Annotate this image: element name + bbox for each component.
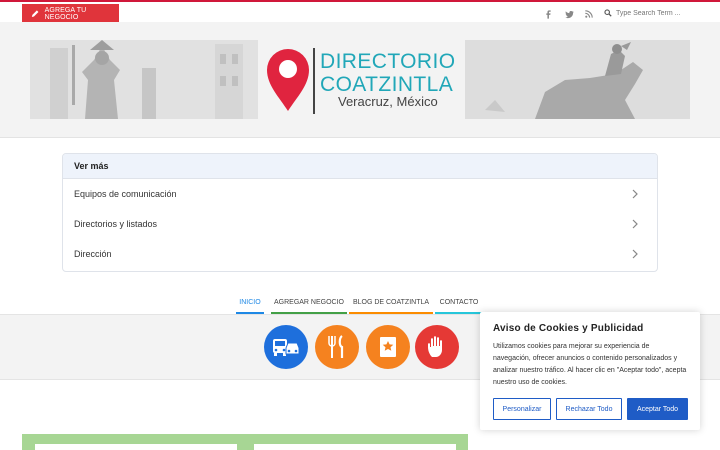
chevron-right-icon (632, 219, 638, 229)
bus-car-icon (273, 339, 300, 356)
add-business-button[interactable]: AGREGA TU NEGOCIO (22, 4, 119, 23)
cookie-consent-dialog: Aviso de Cookies y Publicidad Utilizamos… (480, 312, 700, 430)
logo-separator (313, 48, 315, 114)
category-restaurants-button[interactable] (315, 325, 359, 369)
reject-all-button[interactable]: Rechazar Todo (556, 398, 622, 420)
top-bar: AGREGA TU NEGOCIO (0, 0, 720, 23)
restaurant-icon (328, 335, 344, 358)
chevron-right-icon (632, 249, 638, 259)
cookie-buttons: Personalizar Rechazar Todo Aceptar Todo (493, 398, 688, 420)
accept-all-button[interactable]: Aceptar Todo (627, 398, 688, 420)
nav-item-add-business[interactable]: AGREGAR NEGOCIO (271, 290, 347, 314)
search-input[interactable] (616, 9, 700, 17)
header-image-left (30, 40, 258, 119)
twitter-icon[interactable] (563, 8, 575, 20)
category-favorites-button[interactable] (366, 325, 410, 369)
list-item-directories[interactable]: Directorios y listados (63, 209, 657, 239)
site-header: DIRECTORIO COATZINTLA Veracruz, México (0, 22, 720, 138)
logo-subtitle: Veracruz, México (338, 94, 438, 109)
customize-button[interactable]: Personalizar (493, 398, 551, 420)
nav-item-home[interactable]: INICIO (236, 290, 264, 314)
nav-item-contact[interactable]: CONTACTO (435, 290, 483, 314)
cookie-title: Aviso de Cookies y Publicidad (493, 323, 644, 334)
list-item-label: Directorios y listados (74, 219, 158, 229)
featured-card (254, 444, 456, 450)
list-item-communication-equipment[interactable]: Equipos de comunicación (63, 179, 657, 209)
logo-title-line2: COATZINTLA (320, 73, 454, 96)
search-box[interactable] (604, 7, 704, 19)
nav-label: INICIO (239, 298, 261, 306)
hand-stop-icon (428, 336, 442, 357)
featured-card (35, 444, 237, 450)
nav-label: BLOG DE COATZINTLA (352, 298, 430, 306)
bookmark-star-icon (380, 337, 396, 357)
main-nav: INICIO AGREGAR NEGOCIO BLOG DE COATZINTL… (0, 290, 720, 314)
see-more-card: Ver más Equipos de comunicación Director… (62, 153, 658, 272)
category-services-button[interactable] (415, 325, 459, 369)
see-more-heading: Ver más (63, 154, 657, 179)
list-item-label: Dirección (74, 249, 112, 259)
cookie-text: Utilizamos cookies para mejorar su exper… (493, 343, 687, 386)
map-pin-icon (267, 49, 309, 111)
list-item-label: Equipos de comunicación (74, 189, 177, 199)
pencil-icon (31, 10, 39, 17)
chevron-right-icon (632, 189, 638, 199)
nav-label: AGREGAR NEGOCIO (273, 298, 344, 306)
list-item-address[interactable]: Dirección (63, 239, 657, 269)
nav-item-blog[interactable]: BLOG DE COATZINTLA (349, 290, 433, 314)
nav-label: CONTACTO (439, 298, 479, 306)
add-business-label: AGREGA TU NEGOCIO (44, 6, 87, 21)
header-image-right (465, 40, 690, 119)
facebook-icon[interactable] (542, 8, 554, 20)
logo-title-line1: DIRECTORIO (320, 50, 456, 73)
search-icon (604, 9, 612, 17)
rss-icon[interactable] (583, 8, 595, 20)
category-transport-button[interactable] (264, 325, 308, 369)
